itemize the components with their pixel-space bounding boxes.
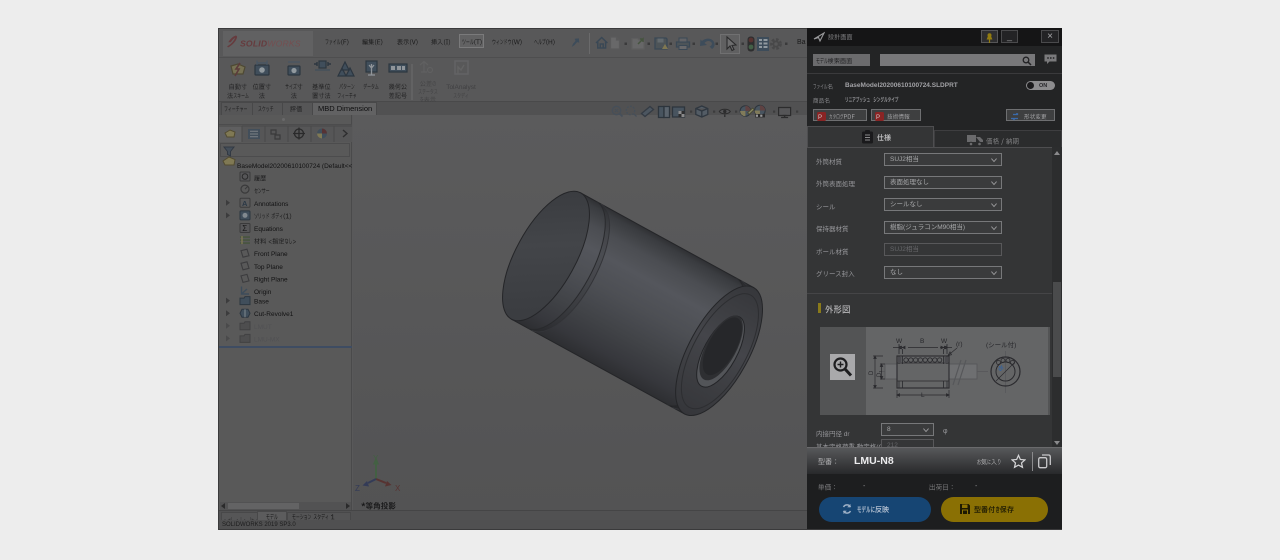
svg-text:B: B [920, 338, 924, 345]
svg-text:Y: Y [373, 454, 379, 463]
svg-text:Σ: Σ [242, 224, 247, 233]
svg-text:Annotations: Annotations [254, 201, 289, 208]
svg-text:LMU-MX: LMU-MX [254, 336, 280, 343]
svg-text:X: X [395, 484, 401, 493]
svg-text:Z: Z [355, 484, 360, 493]
svg-text:W: W [896, 338, 903, 345]
svg-text:Top Plane: Top Plane [254, 264, 283, 271]
svg-text:Right Plane: Right Plane [254, 276, 288, 283]
svg-text:Cut-Revolve1: Cut-Revolve1 [254, 311, 294, 318]
svg-text:Equations: Equations [254, 226, 284, 233]
svg-text:A: A [242, 199, 248, 208]
svg-text:TolAnalyst: TolAnalyst [446, 84, 476, 91]
svg-text:Base: Base [254, 299, 269, 306]
svg-text:(r): (r) [956, 341, 963, 348]
svg-text:P: P [818, 115, 822, 121]
svg-text:Origin: Origin [254, 289, 272, 296]
svg-text:(シール付): (シール付) [986, 340, 1016, 349]
svg-text:D₁: D₁ [877, 371, 883, 377]
svg-text:W: W [941, 338, 948, 345]
svg-text:Front Plane: Front Plane [254, 251, 288, 258]
svg-text:P: P [876, 115, 880, 121]
svg-text:BaseModel20200610100724 (Defau: BaseModel20200610100724 (Default<< [237, 163, 352, 170]
svg-text:L: L [921, 392, 925, 399]
svg-text:LMUT: LMUT [254, 324, 272, 331]
svg-text:D: D [869, 370, 875, 375]
